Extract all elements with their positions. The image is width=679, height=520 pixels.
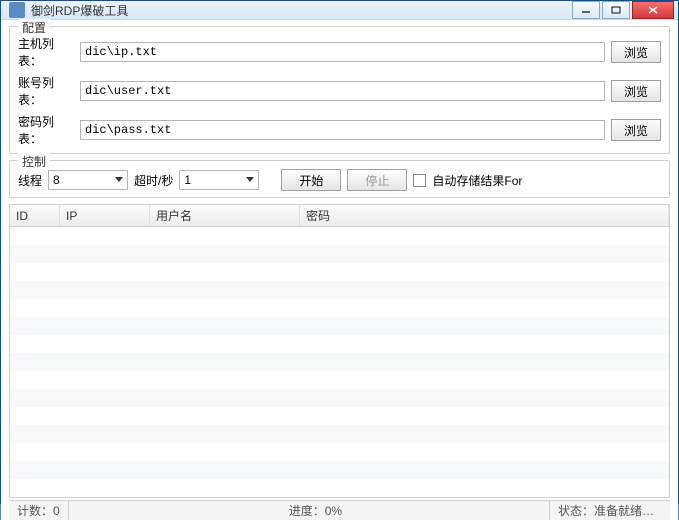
timeout-label: 超时/秒	[134, 172, 173, 189]
chevron-down-icon	[242, 171, 258, 189]
table-row	[10, 353, 669, 371]
col-pass[interactable]: 密码	[300, 205, 669, 226]
table-row	[10, 389, 669, 407]
table-body[interactable]	[10, 227, 669, 497]
stop-button[interactable]: 停止	[347, 169, 407, 191]
minimize-button[interactable]	[572, 1, 600, 19]
table-row	[10, 227, 669, 245]
autosave-checkbox[interactable]	[413, 174, 426, 187]
pass-browse-button[interactable]: 浏览	[611, 119, 661, 141]
control-legend: 控制	[18, 153, 50, 170]
threads-label: 线程	[18, 172, 42, 189]
timeout-value: 1	[184, 173, 242, 187]
content-area: 配置 主机列表： 浏览 账号列表： 浏览 密码列表： 浏览 控制 线程	[1, 20, 678, 520]
table-row	[10, 479, 669, 497]
status-bar: 计数：0 进度：0% 状态：准备就绪…	[9, 500, 670, 520]
chevron-down-icon	[111, 171, 127, 189]
titlebar[interactable]: 御剑RDP爆破工具	[1, 1, 678, 20]
table-row	[10, 407, 669, 425]
table-header: ID IP 用户名 密码	[10, 205, 669, 227]
host-browse-button[interactable]: 浏览	[611, 41, 661, 63]
app-icon	[9, 2, 25, 18]
table-row	[10, 299, 669, 317]
table-row	[10, 461, 669, 479]
user-label: 账号列表：	[18, 74, 74, 108]
threads-value: 8	[53, 173, 111, 187]
results-table: ID IP 用户名 密码	[9, 204, 670, 498]
close-button[interactable]	[632, 1, 674, 19]
table-row	[10, 263, 669, 281]
timeout-combo[interactable]: 1	[179, 170, 259, 190]
host-label: 主机列表：	[18, 35, 74, 69]
table-row	[10, 245, 669, 263]
user-browse-button[interactable]: 浏览	[611, 80, 661, 102]
user-input[interactable]	[80, 81, 605, 101]
col-user[interactable]: 用户名	[150, 205, 300, 226]
table-row	[10, 443, 669, 461]
table-row	[10, 425, 669, 443]
pass-label: 密码列表：	[18, 113, 74, 147]
col-ip[interactable]: IP	[60, 205, 150, 226]
start-button[interactable]: 开始	[281, 169, 341, 191]
table-row	[10, 281, 669, 299]
pass-input[interactable]	[80, 120, 605, 140]
control-group: 控制 线程 8 超时/秒 1 开始 停止 自动存储结果For	[9, 160, 670, 198]
maximize-button[interactable]	[602, 1, 630, 19]
config-group: 配置 主机列表： 浏览 账号列表： 浏览 密码列表： 浏览	[9, 26, 670, 154]
table-row	[10, 335, 669, 353]
app-window: 御剑RDP爆破工具 配置 主机列表： 浏览 账号列表： 浏览 密码列表： 浏览	[0, 0, 679, 504]
table-row	[10, 371, 669, 389]
autosave-label: 自动存储结果For	[432, 172, 522, 189]
host-input[interactable]	[80, 42, 605, 62]
table-row	[10, 317, 669, 335]
threads-combo[interactable]: 8	[48, 170, 128, 190]
col-id[interactable]: ID	[10, 205, 60, 226]
window-title: 御剑RDP爆破工具	[31, 2, 572, 19]
config-legend: 配置	[18, 19, 50, 36]
